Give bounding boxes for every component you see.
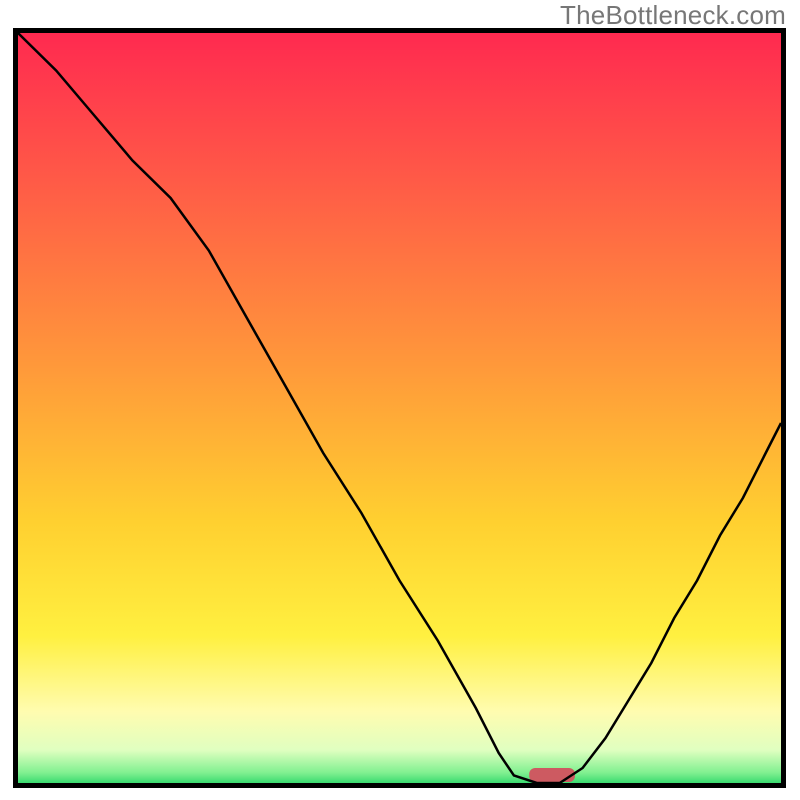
bottleneck-chart xyxy=(13,28,786,788)
optimal-marker xyxy=(529,768,575,782)
plot-background xyxy=(13,28,786,788)
watermark-text: TheBottleneck.com xyxy=(560,0,786,31)
chart-frame: TheBottleneck.com xyxy=(0,0,800,800)
